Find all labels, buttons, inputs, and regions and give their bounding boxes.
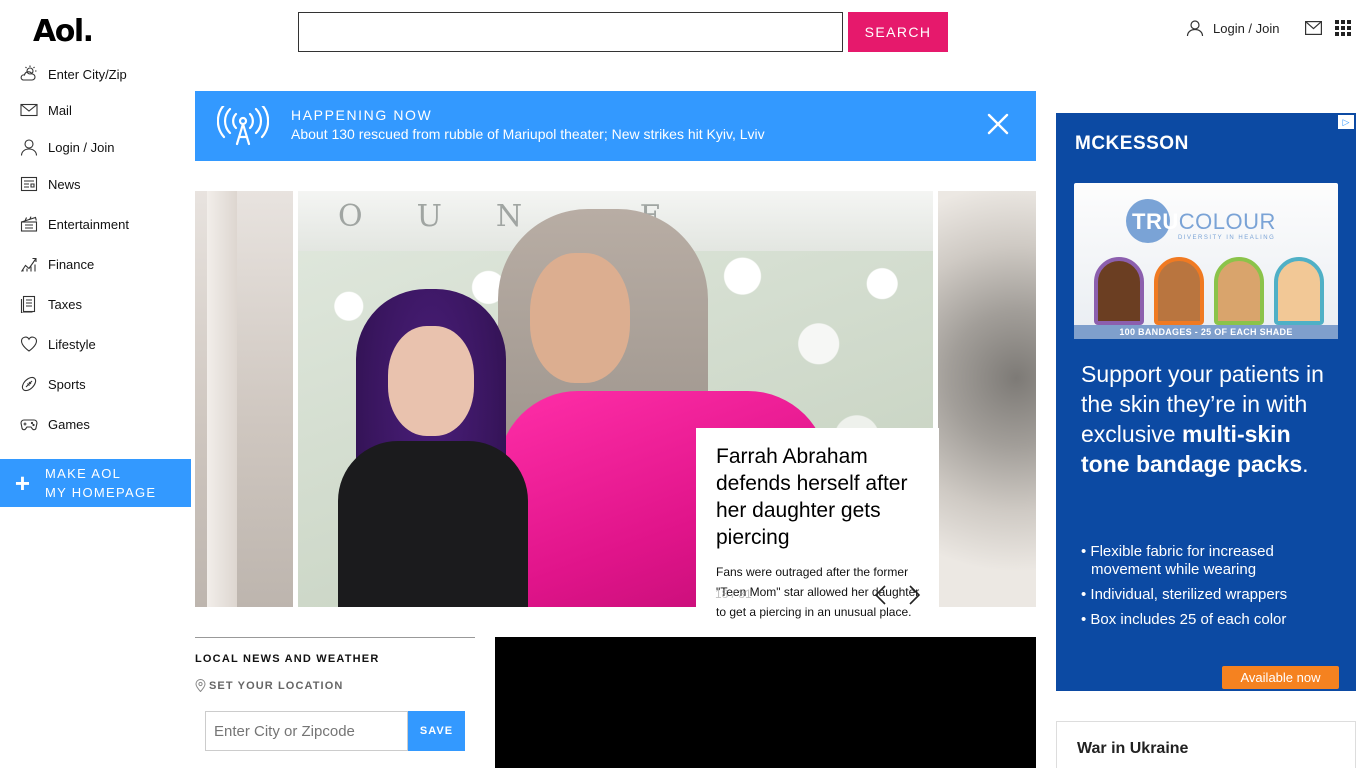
sidebar-item-login[interactable]: Login / Join <box>20 137 115 157</box>
sidebar-item-label: Login / Join <box>48 139 115 155</box>
clapperboard-icon <box>20 216 38 232</box>
sidebar-item-label: Games <box>48 416 90 432</box>
carousel-prev-slide-image[interactable] <box>195 191 293 607</box>
sidebar-item-label: Finance <box>48 256 95 272</box>
carousel-next-slide-image[interactable] <box>938 191 1036 607</box>
person-black-top <box>338 441 528 607</box>
ad-bullet: • Box includes 25 of each color <box>1081 611 1287 628</box>
carousel-title[interactable]: Farrah Abraham defends herself after her… <box>716 443 927 551</box>
happening-now-banner[interactable]: HAPPENING NOW About 130 rescued from rub… <box>195 91 1036 161</box>
bandage-tan <box>1214 257 1264 325</box>
football-icon <box>21 376 37 392</box>
chevron-right-icon[interactable] <box>908 584 922 606</box>
sidebar-item-label: Sports <box>48 376 86 392</box>
newspaper-icon <box>20 176 38 192</box>
search-button[interactable]: SEARCH <box>848 12 948 52</box>
document-icon <box>20 295 36 313</box>
ad-copy: Support your patients in the skin they’r… <box>1081 361 1324 477</box>
sidebar-item-news[interactable]: News <box>20 174 81 194</box>
heart-icon <box>20 336 38 352</box>
sidebar-item-sports[interactable]: Sports <box>20 374 86 394</box>
happening-now-label: HAPPENING NOW <box>291 107 433 123</box>
top-login-link[interactable]: Login / Join <box>1186 19 1280 37</box>
chart-icon <box>21 257 37 272</box>
news-carousel: OUN E Farrah Abraham defends herself aft… <box>195 191 1036 638</box>
top-login-label: Login / Join <box>1213 20 1280 36</box>
sidebar-item-mail[interactable]: Mail <box>20 100 72 120</box>
video-player[interactable] <box>495 637 1036 768</box>
sidebar-item-lifestyle[interactable]: Lifestyle <box>20 334 96 354</box>
advertisement[interactable]: ▷ MCKESSON TRUCOLOUR DIVERSITY IN HEALIN… <box>1056 113 1356 691</box>
make-homepage-line1: MAKE AOL <box>45 466 122 481</box>
person-face <box>530 253 630 383</box>
location-pin-icon <box>195 679 206 692</box>
bandage-dark <box>1094 257 1144 325</box>
product-tagline: DIVERSITY IN HEALING <box>1178 235 1276 241</box>
close-icon[interactable] <box>987 113 1009 135</box>
zipcode-input[interactable] <box>205 711 408 751</box>
chevron-left-icon[interactable] <box>873 584 887 606</box>
person-face <box>388 326 474 436</box>
sidebar-item-taxes[interactable]: Taxes <box>20 294 82 314</box>
make-homepage-button[interactable]: + MAKE AOL MY HOMEPAGE <box>0 459 191 507</box>
ad-choices-icon[interactable]: ▷ <box>1338 115 1354 129</box>
set-location-label: SET YOUR LOCATION <box>209 679 344 692</box>
weather-icon <box>20 65 37 81</box>
aol-logo[interactable]: Aol. <box>33 14 94 49</box>
sidebar-item-entertainment[interactable]: Entertainment <box>20 214 129 234</box>
war-in-ukraine-section[interactable]: War in Ukraine <box>1056 721 1356 768</box>
ad-bullet: • Flexible fabric for increased movement… <box>1081 543 1274 578</box>
sidebar-item-finance[interactable]: Finance <box>20 254 94 274</box>
sidebar-item-games[interactable]: Games <box>20 414 90 434</box>
user-icon <box>20 139 38 156</box>
carousel-caption[interactable]: Farrah Abraham defends herself after her… <box>696 428 939 638</box>
section-title: War in Ukraine <box>1077 740 1189 757</box>
product-bar-text: 100 BANDAGES - 25 OF EACH SHADE <box>1074 325 1338 339</box>
user-icon <box>1186 20 1204 37</box>
sidebar-item-label: Taxes <box>48 296 82 312</box>
ad-product-image: TRUCOLOUR DIVERSITY IN HEALING 100 BANDA… <box>1074 183 1338 339</box>
mail-icon <box>20 103 38 117</box>
ad-bullet: • Individual, sterilized wrappers <box>1081 586 1288 603</box>
bandage-medium <box>1154 257 1204 325</box>
broadcast-icon <box>217 106 269 146</box>
product-name: TRUCOLOUR <box>1132 209 1276 234</box>
sidebar-item-label: Lifestyle <box>48 336 96 352</box>
local-news-title: LOCAL NEWS AND WEATHER <box>195 653 380 665</box>
save-location-button[interactable]: SAVE <box>408 711 465 751</box>
sidebar-item-label: News <box>48 176 81 192</box>
bandage-light <box>1274 257 1324 325</box>
ad-bullets: • Flexible fabric for increased movement… <box>1081 543 1341 636</box>
happening-now-headline[interactable]: About 130 rescued from rubble of Mariupo… <box>291 126 765 142</box>
gamepad-icon <box>20 419 38 431</box>
local-news-widget: LOCAL NEWS AND WEATHER SET YOUR LOCATION… <box>195 637 475 751</box>
mail-icon[interactable] <box>1305 21 1322 35</box>
sidebar-item-weather[interactable]: Enter City/Zip <box>20 64 127 84</box>
ad-brand-logo: MCKESSON <box>1075 133 1189 154</box>
ad-cta-button[interactable]: Available now <box>1222 666 1339 689</box>
sidebar-item-label: Entertainment <box>48 216 129 232</box>
search-input[interactable] <box>298 12 843 52</box>
set-location-link[interactable]: SET YOUR LOCATION <box>195 679 475 692</box>
apps-grid-icon[interactable] <box>1335 20 1351 36</box>
carousel-counter: 18 / 31 <box>715 587 752 601</box>
plus-icon: + <box>14 468 31 498</box>
sidebar-item-label: Mail <box>48 102 72 118</box>
make-homepage-line2: MY HOMEPAGE <box>45 485 157 500</box>
sidebar-item-label: Enter City/Zip <box>48 66 127 82</box>
